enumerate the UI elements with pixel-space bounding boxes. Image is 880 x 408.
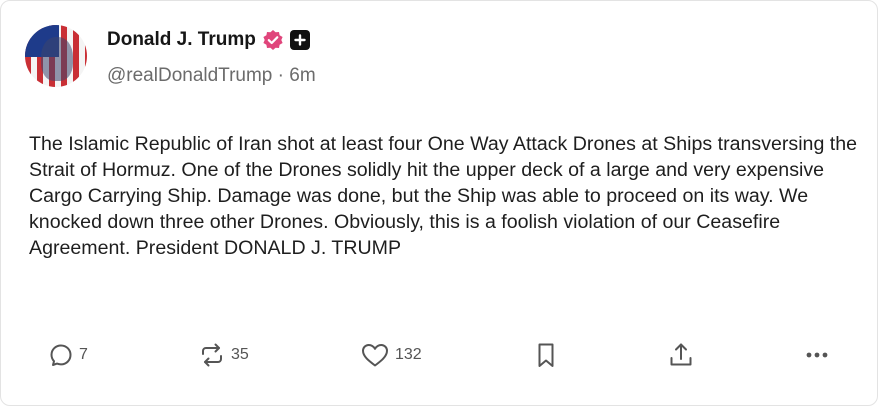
avatar-portrait: [41, 37, 73, 81]
like-count: 132: [395, 346, 422, 363]
post-time[interactable]: 6m: [289, 65, 315, 86]
share-icon: [666, 340, 696, 370]
meta-separator: ·: [277, 65, 284, 86]
bookmark-button[interactable]: [532, 337, 560, 373]
author-name-row: Donald J. Trump: [107, 27, 310, 53]
share-button[interactable]: [666, 337, 696, 373]
like-icon: [359, 340, 391, 370]
avatar[interactable]: [25, 25, 87, 87]
reply-button[interactable]: 7: [47, 337, 88, 373]
more-icon: [801, 340, 833, 370]
repost-count: 35: [231, 346, 249, 363]
repost-icon: [197, 340, 227, 370]
repost-button[interactable]: 35: [197, 337, 249, 373]
post-card: Donald J. Trump @realDonaldTrump · 6m Th…: [0, 0, 878, 406]
author-handle-row: @realDonaldTrump · 6m: [107, 65, 316, 87]
verified-badge-icon: [262, 29, 284, 51]
action-bar: 7 35 132: [1, 337, 879, 373]
more-options-button[interactable]: [801, 337, 833, 373]
post-body: The Islamic Republic of Iran shot at lea…: [29, 133, 858, 259]
reply-icon: [47, 341, 75, 369]
plus-badge-icon: [289, 30, 310, 50]
author-handle[interactable]: @realDonaldTrump: [107, 65, 272, 86]
bookmark-icon: [532, 340, 560, 370]
like-button[interactable]: 132: [359, 337, 422, 373]
author-display-name[interactable]: Donald J. Trump: [107, 29, 256, 51]
reply-count: 7: [79, 346, 88, 363]
